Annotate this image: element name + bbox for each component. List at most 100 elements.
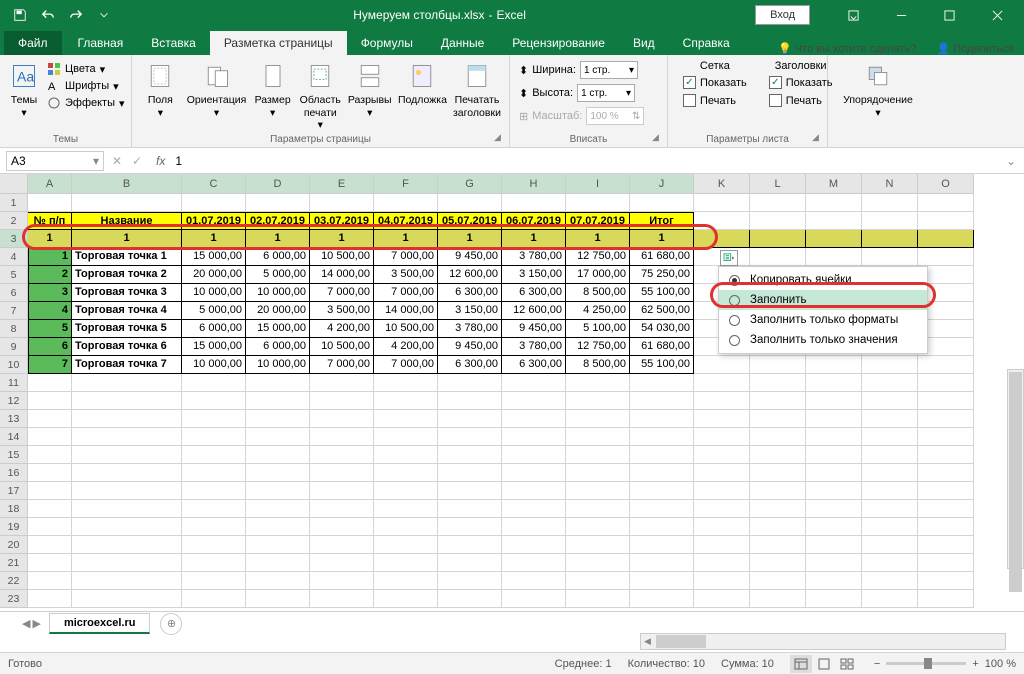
cell[interactable] [374,392,438,410]
cell[interactable]: 7 000,00 [374,248,438,266]
cell[interactable] [438,464,502,482]
cell[interactable]: 15 000,00 [182,248,246,266]
cell[interactable] [502,392,566,410]
cell[interactable] [72,590,182,608]
cell[interactable]: № п/п [28,212,72,230]
cell[interactable] [630,536,694,554]
cell[interactable] [806,590,862,608]
cell[interactable] [72,518,182,536]
row-header[interactable]: 16 [0,464,28,482]
tab-data[interactable]: Данные [427,31,498,55]
cell[interactable] [502,518,566,536]
cell[interactable] [862,194,918,212]
cell[interactable]: 3 150,00 [438,302,502,320]
row-header[interactable]: 13 [0,410,28,428]
cell[interactable]: 4 200,00 [310,320,374,338]
cell[interactable] [310,428,374,446]
cell[interactable] [374,518,438,536]
cell[interactable] [28,500,72,518]
name-box[interactable]: A3▾ [6,151,104,171]
cell[interactable] [502,464,566,482]
row-header[interactable]: 12 [0,392,28,410]
cell[interactable]: 6 000,00 [182,320,246,338]
cell[interactable] [806,410,862,428]
cell[interactable] [246,482,310,500]
cell[interactable] [502,194,566,212]
cell[interactable] [862,230,918,248]
col-header[interactable]: E [310,174,374,194]
cell[interactable]: 9 450,00 [438,248,502,266]
tab-view[interactable]: Вид [619,31,669,55]
col-header[interactable]: H [502,174,566,194]
cell[interactable] [630,194,694,212]
cell[interactable] [72,482,182,500]
cell[interactable] [918,248,974,266]
fonts-button[interactable]: AШрифты ▾ [44,78,128,94]
cell[interactable] [72,572,182,590]
cell[interactable]: 6 000,00 [246,338,310,356]
cell[interactable] [438,428,502,446]
grid-show-check[interactable]: Показать [680,75,750,90]
cell[interactable]: 14 000,00 [310,266,374,284]
cell[interactable] [438,374,502,392]
cell[interactable]: 10 500,00 [310,248,374,266]
cell[interactable] [630,572,694,590]
cell[interactable] [806,356,862,374]
cell[interactable] [750,230,806,248]
cell[interactable] [694,500,750,518]
cell[interactable]: 1 [630,230,694,248]
cell[interactable] [918,482,974,500]
cell[interactable] [310,482,374,500]
cell[interactable]: Торговая точка 6 [72,338,182,356]
cell[interactable] [750,518,806,536]
col-header[interactable]: G [438,174,502,194]
cell[interactable] [310,374,374,392]
cell[interactable] [862,518,918,536]
tab-review[interactable]: Рецензирование [498,31,619,55]
cell[interactable] [28,194,72,212]
cell[interactable] [694,482,750,500]
cell[interactable] [72,554,182,572]
cell[interactable] [182,374,246,392]
cell[interactable] [310,590,374,608]
row-header[interactable]: 6 [0,284,28,302]
zoom-in-icon[interactable]: + [972,658,978,670]
cell[interactable]: 1 [28,248,72,266]
cell[interactable] [806,230,862,248]
cell[interactable] [72,464,182,482]
col-header[interactable]: B [72,174,182,194]
cell[interactable]: 7 [28,356,72,374]
cell[interactable] [246,572,310,590]
cell[interactable] [28,410,72,428]
breaks-button[interactable]: Разрывы▾ [346,58,394,121]
cell[interactable] [502,482,566,500]
cell[interactable] [502,446,566,464]
close-icon[interactable] [974,0,1020,30]
cell[interactable] [566,554,630,572]
cell[interactable] [750,356,806,374]
cell[interactable]: 07.07.2019 [566,212,630,230]
cell[interactable] [918,590,974,608]
cell[interactable] [566,572,630,590]
cell[interactable] [310,392,374,410]
cell[interactable] [806,464,862,482]
cell[interactable] [502,500,566,518]
row-header[interactable]: 7 [0,302,28,320]
cell[interactable] [310,536,374,554]
size-button[interactable]: Размер▾ [250,58,295,121]
menu-copy-cells[interactable]: Копировать ячейки [719,270,927,290]
cell[interactable] [374,572,438,590]
cell[interactable]: 55 100,00 [630,284,694,302]
cell[interactable] [806,194,862,212]
cell[interactable] [310,446,374,464]
fx-icon[interactable]: fx [156,154,165,168]
cell[interactable] [694,554,750,572]
cell[interactable] [438,410,502,428]
cell[interactable] [182,536,246,554]
cell[interactable]: 75 250,00 [630,266,694,284]
cell[interactable] [72,392,182,410]
cell[interactable] [630,428,694,446]
cell[interactable]: 15 000,00 [182,338,246,356]
cell[interactable] [566,428,630,446]
cell[interactable] [28,572,72,590]
